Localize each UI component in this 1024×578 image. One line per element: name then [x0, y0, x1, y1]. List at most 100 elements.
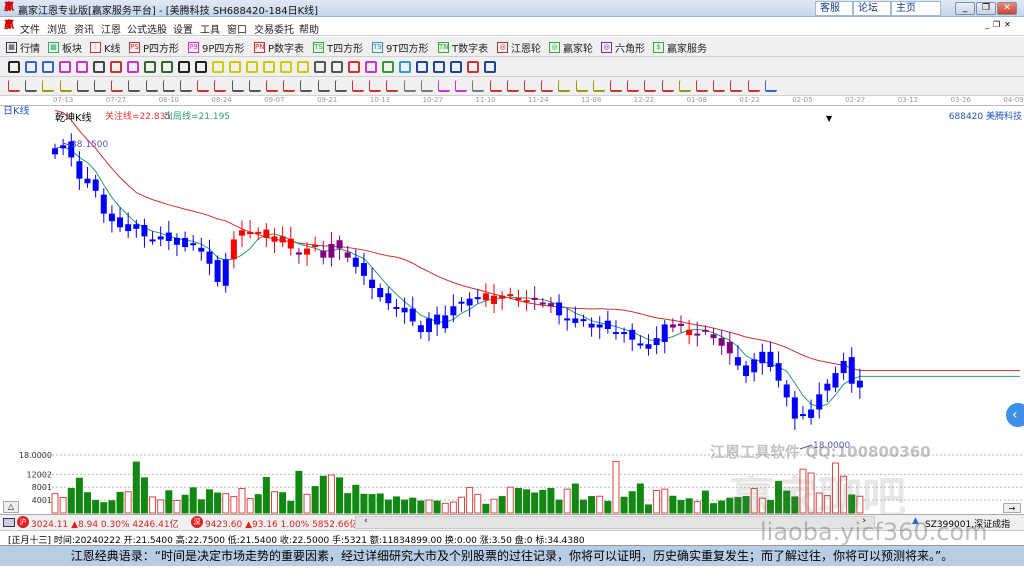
toolbar-button[interactable]: TN T数字表 — [438, 40, 488, 55]
toolbar-button[interactable]: PN P数字表 — [254, 40, 304, 55]
drawing-tool-icon[interactable] — [59, 80, 72, 92]
chart-tool-icon[interactable] — [212, 61, 224, 73]
chart-tool-icon[interactable] — [365, 61, 377, 73]
drawing-tool-icon[interactable] — [111, 80, 124, 92]
chart-tool-icon[interactable] — [93, 61, 105, 73]
chart-tool-icon[interactable] — [399, 61, 411, 73]
shenzhen-index-value[interactable]: 9423.60 ▲93.16 1.00% 5852.66亿 — [205, 517, 358, 530]
minimize-button[interactable]: _ — [955, 2, 975, 15]
drawing-tool-icon[interactable] — [489, 80, 502, 92]
chart-tool-icon[interactable] — [110, 61, 122, 73]
menu-item[interactable]: 浏览 — [47, 21, 67, 36]
toolbar-button[interactable]: ◎ 六角形 — [601, 40, 645, 55]
chart-tool-icon[interactable] — [59, 61, 71, 73]
drawing-tool-icon[interactable] — [627, 80, 640, 92]
drawing-tool-icon[interactable] — [420, 80, 433, 92]
menu-item[interactable]: 工具 — [200, 21, 220, 36]
drawing-tool-icon[interactable] — [455, 80, 468, 92]
toolbar-button[interactable]: T9 9T四方形 — [372, 40, 428, 55]
chart-tool-icon[interactable] — [416, 61, 428, 73]
chart-tool-icon[interactable] — [263, 61, 275, 73]
mdi-controls[interactable]: _❐✕ — [985, 20, 1015, 29]
drawing-tool-icon[interactable] — [438, 80, 450, 92]
horizontal-scrollbar[interactable]: ‹ › — [355, 516, 875, 529]
toolbar-button[interactable]: ▦ 行情 — [6, 40, 40, 55]
drawing-tool-icon[interactable] — [231, 80, 244, 92]
chart-tool-icon[interactable] — [178, 61, 190, 73]
side-panel-toggle-button[interactable]: ‹ — [1006, 403, 1024, 427]
chart-tool-icon[interactable] — [127, 61, 139, 73]
drawing-tool-icon[interactable] — [8, 80, 20, 92]
menu-item[interactable]: 公式选股 — [127, 21, 167, 36]
mdi-restore-button[interactable]: ❐ — [993, 20, 1004, 29]
scroll-right-button[interactable]: → — [1003, 503, 1021, 513]
drawing-tool-icon[interactable] — [76, 80, 89, 92]
drawing-tool-icon[interactable] — [661, 80, 674, 92]
restore-button[interactable]: ❐ — [976, 2, 996, 15]
drawing-tool-icon[interactable] — [678, 80, 691, 92]
drawing-tool-icon[interactable] — [214, 80, 227, 92]
drawing-tool-icon[interactable] — [558, 80, 571, 92]
toolbar-button[interactable]: ◎ 赢家轮 — [549, 40, 593, 55]
toolbar-button[interactable]: P9 9P四方形 — [188, 40, 244, 55]
menu-item[interactable]: 文件 — [20, 21, 40, 36]
drawing-tool-icon[interactable] — [25, 80, 38, 92]
drawing-tool-icon[interactable] — [248, 80, 261, 92]
collapse-panel-button[interactable]: △ — [3, 501, 19, 513]
chart-tool-icon[interactable] — [8, 61, 20, 73]
chart-tool-icon[interactable] — [382, 61, 394, 73]
drawing-tool-icon[interactable] — [145, 80, 158, 92]
drawing-tool-icon[interactable] — [266, 80, 278, 92]
toolbar-button[interactable]: TS T四方形 — [313, 40, 363, 55]
drawing-tool-icon[interactable] — [128, 80, 141, 92]
drawing-tool-icon[interactable] — [197, 80, 210, 92]
menu-item[interactable]: 资讯 — [74, 21, 94, 36]
link-homepage[interactable]: 主页 — [891, 1, 941, 16]
drawing-tool-icon[interactable] — [352, 80, 364, 92]
drawing-tool-icon[interactable] — [764, 80, 777, 92]
drawing-tool-icon[interactable] — [644, 80, 657, 92]
drawing-tool-icon[interactable] — [42, 80, 55, 92]
drawing-tool-icon[interactable] — [283, 80, 296, 92]
drawing-tool-icon[interactable] — [713, 80, 726, 92]
chart-tool-icon[interactable] — [144, 61, 156, 73]
chart-tool-icon[interactable] — [280, 61, 292, 73]
link-forum[interactable]: 论坛 — [853, 1, 891, 16]
drawing-tool-icon[interactable] — [541, 80, 554, 92]
chart-tool-icon[interactable] — [195, 61, 207, 73]
menu-item[interactable]: 设置 — [173, 21, 193, 36]
drawing-tool-icon[interactable] — [162, 80, 175, 92]
calculator-icon[interactable] — [3, 518, 15, 527]
chart-tool-icon[interactable] — [314, 61, 326, 73]
menu-item[interactable]: 江恩 — [101, 21, 121, 36]
drawing-tool-icon[interactable] — [180, 80, 192, 92]
toolbar-button[interactable]: ⫶ K线 — [90, 40, 121, 55]
drawing-tool-icon[interactable] — [334, 80, 347, 92]
chart-tool-icon[interactable] — [229, 61, 241, 73]
app-menu-icon[interactable]: 贏 — [3, 20, 15, 32]
menu-item[interactable]: 窗口 — [227, 21, 247, 36]
menu-item[interactable]: 交易委托 — [254, 21, 294, 36]
toolbar-button[interactable]: $ 赢家服务 — [653, 40, 707, 55]
drawing-tool-icon[interactable] — [369, 80, 382, 92]
chart-tool-icon[interactable] — [25, 61, 37, 73]
chart-tool-icon[interactable] — [76, 61, 88, 73]
drawing-tool-icon[interactable] — [610, 80, 622, 92]
drawing-tool-icon[interactable] — [524, 80, 536, 92]
toolbar-button[interactable]: PS P四方形 — [129, 40, 179, 55]
drawing-tool-icon[interactable] — [94, 80, 106, 92]
drawing-tool-icon[interactable] — [506, 80, 519, 92]
chart-tool-icon[interactable] — [433, 61, 445, 73]
right-index-label[interactable]: SZ399001,深证成指 — [925, 517, 1010, 530]
toolbar-button[interactable]: ◎ 江恩轮 — [497, 40, 541, 55]
chart-tool-icon[interactable] — [331, 61, 343, 73]
drawing-tool-icon[interactable] — [575, 80, 588, 92]
drawing-tool-icon[interactable] — [386, 80, 399, 92]
drawing-tool-icon[interactable] — [592, 80, 605, 92]
chart-tool-icon[interactable] — [348, 61, 360, 73]
shanghai-index-value[interactable]: 3024.11 ▲8.94 0.30% 4246.41亿 — [31, 517, 179, 530]
drawing-tool-icon[interactable] — [730, 80, 743, 92]
chart-tool-icon[interactable] — [297, 61, 309, 73]
chart-tool-icon[interactable] — [42, 61, 54, 73]
drawing-tool-icon[interactable] — [472, 80, 485, 92]
